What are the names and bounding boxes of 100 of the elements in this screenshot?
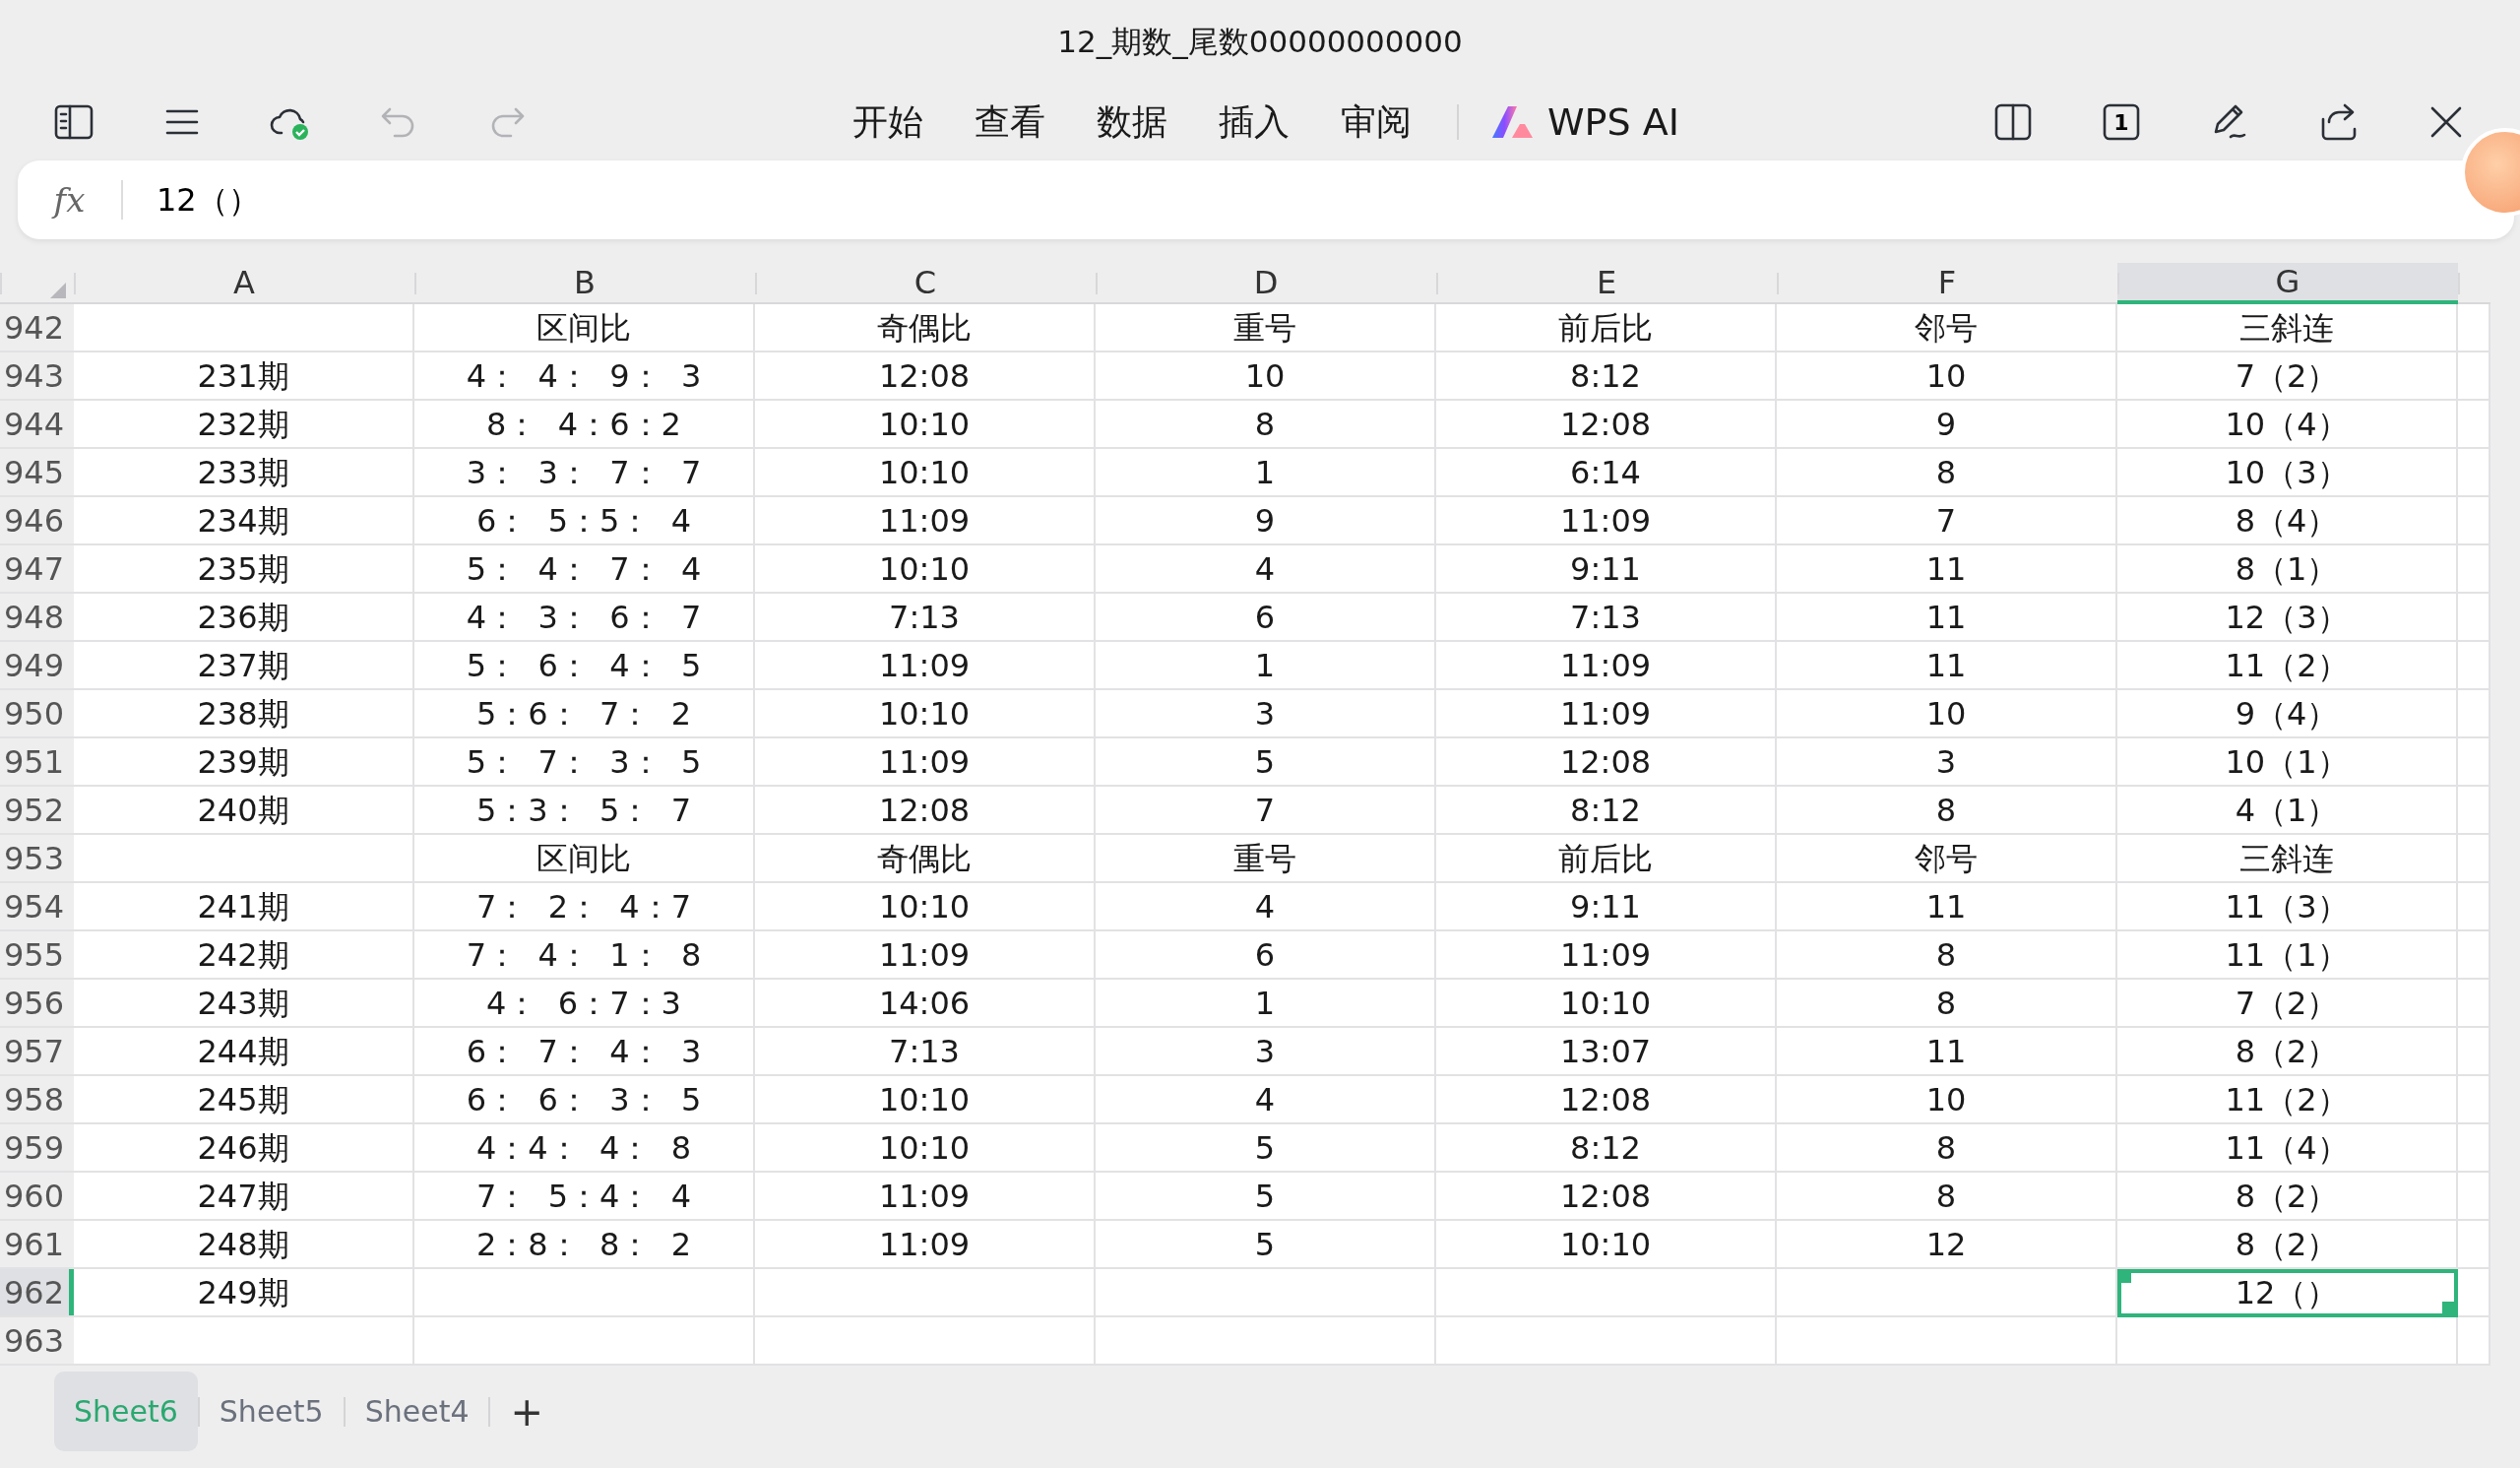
table-cell: 10	[1777, 352, 2117, 401]
table-cell: 5	[1096, 1221, 1436, 1269]
table-cell: 11（2）	[2117, 642, 2458, 690]
table-cell: 248期	[74, 1221, 414, 1269]
table-cell: 9:11	[1436, 883, 1777, 931]
sheet-tab[interactable]: Sheet5	[199, 1372, 344, 1451]
table-cell: 10:10	[755, 545, 1096, 594]
table-cell: 11:09	[755, 1173, 1096, 1221]
table-cell: 5	[1096, 1173, 1436, 1221]
menu-tab[interactable]: 插入	[1193, 96, 1315, 149]
table-cell: 三斜连	[2117, 304, 2458, 352]
table-cell: 11:09	[755, 497, 1096, 545]
table-cell: 奇偶比	[755, 304, 1096, 352]
formula-bar[interactable]: fx 12（）	[18, 160, 2514, 239]
table-cell: 8	[1777, 1124, 2117, 1173]
table-cell: 12:08	[755, 352, 1096, 401]
active-cell[interactable]: 12（）	[2117, 1269, 2458, 1317]
table-cell: 8	[1777, 931, 2117, 980]
column-header[interactable]: G	[2117, 263, 2458, 304]
table-cell: 9	[1777, 401, 2117, 449]
table-cell: 14:06	[755, 980, 1096, 1028]
ai-button[interactable]: WPS AI	[1479, 94, 1691, 151]
table-cell: 7:13	[755, 1028, 1096, 1076]
table-cell: 6： 5：5： 4	[414, 497, 755, 545]
table-cell: 8:12	[1436, 1124, 1777, 1173]
table-cell: 5：6： 7： 2	[414, 690, 755, 738]
table-cell: 10（4）	[2117, 401, 2458, 449]
table-cell: 233期	[74, 449, 414, 497]
table-cell: 11	[1777, 545, 2117, 594]
table-cell: 4	[1096, 883, 1436, 931]
table-cell: 244期	[74, 1028, 414, 1076]
table-cell: 8（2）	[2117, 1028, 2458, 1076]
add-sheet-button[interactable]: +	[490, 1381, 563, 1441]
table-cell: 12:08	[1436, 738, 1777, 787]
table-cell: 11:09	[1436, 690, 1777, 738]
table-cell: 241期	[74, 883, 414, 931]
menu-tab[interactable]: 查看	[949, 96, 1071, 149]
menu-tab[interactable]: 数据	[1071, 96, 1193, 149]
table-cell: 6	[1096, 594, 1436, 642]
table-cell: 12:08	[755, 787, 1096, 835]
window-title: 12_期数_尾数00000000000	[1056, 23, 1464, 62]
table-cell: 8	[1777, 449, 2117, 497]
table-cell: 11:09	[1436, 642, 1777, 690]
table-cell: 8（4）	[2117, 497, 2458, 545]
table-cell: 4： 3： 6： 7	[414, 594, 755, 642]
table-cell: 6： 6： 3： 5	[414, 1076, 755, 1124]
table-cell: 3： 3： 7： 7	[414, 449, 755, 497]
table-cell: 6： 7： 4： 3	[414, 1028, 755, 1076]
table-cell: 10（3）	[2117, 449, 2458, 497]
table-cell: 10（1）	[2117, 738, 2458, 787]
table-cell: 11:09	[1436, 931, 1777, 980]
table-cell: 8： 4：6：2	[414, 401, 755, 449]
table-cell: 12:08	[1436, 1173, 1777, 1221]
table-cell: 246期	[74, 1124, 414, 1173]
table-cell: 2：8： 8： 2	[414, 1221, 755, 1269]
menu-tab[interactable]: 审阅	[1315, 96, 1437, 149]
table-cell: 5	[1096, 738, 1436, 787]
table-cell: 240期	[74, 787, 414, 835]
table-cell: 5： 4： 7： 4	[414, 545, 755, 594]
table-cell: 8（1）	[2117, 545, 2458, 594]
row-header[interactable]: 962	[0, 1269, 74, 1317]
table-cell: 邻号	[1777, 304, 2117, 352]
menu-tab[interactable]: 开始	[827, 96, 949, 149]
table-cell: 5	[1096, 1124, 1436, 1173]
table-cell: 8	[1777, 980, 2117, 1028]
table-cell: 8	[1096, 401, 1436, 449]
table-cell: 10	[1777, 690, 2117, 738]
table-cell: 3	[1777, 738, 2117, 787]
table-cell: 10	[1777, 1076, 2117, 1124]
table-cell: 11（3）	[2117, 883, 2458, 931]
table-cell: 12	[1777, 1221, 2117, 1269]
table-cell: 10:10	[1436, 980, 1777, 1028]
table-cell: 4：4： 4： 8	[414, 1124, 755, 1173]
table-cell: 3	[1096, 690, 1436, 738]
table-cell: 前后比	[1436, 835, 1777, 883]
table-cell: 4	[1096, 545, 1436, 594]
table-cell: 11	[1777, 883, 2117, 931]
table-cell: 243期	[74, 980, 414, 1028]
table-cell: 4： 4： 9： 3	[414, 352, 755, 401]
table-cell: 三斜连	[2117, 835, 2458, 883]
sheet-tab[interactable]: Sheet4	[345, 1372, 489, 1451]
table-cell: 13:07	[1436, 1028, 1777, 1076]
table-cell: 4： 6：7：3	[414, 980, 755, 1028]
table-cell: 11（4）	[2117, 1124, 2458, 1173]
table-cell: 4（1）	[2117, 787, 2458, 835]
table-cell: 8（2）	[2117, 1173, 2458, 1221]
table-cell: 234期	[74, 497, 414, 545]
formula-input[interactable]: 12（）	[123, 175, 2289, 224]
table-cell: 8（2）	[2117, 1221, 2458, 1269]
selection-handle[interactable]	[2442, 1302, 2456, 1315]
table-cell: 邻号	[1777, 835, 2117, 883]
table-cell: 231期	[74, 352, 414, 401]
table-cell: 3	[1096, 1028, 1436, 1076]
table-cell: 11:09	[755, 931, 1096, 980]
table-cell: 239期	[74, 738, 414, 787]
table-cell: 10:10	[755, 401, 1096, 449]
table-cell: 11（1）	[2117, 931, 2458, 980]
table-cell: 区间比	[414, 835, 755, 883]
table-cell: 10:10	[755, 449, 1096, 497]
table-cell: 11:09	[755, 1221, 1096, 1269]
